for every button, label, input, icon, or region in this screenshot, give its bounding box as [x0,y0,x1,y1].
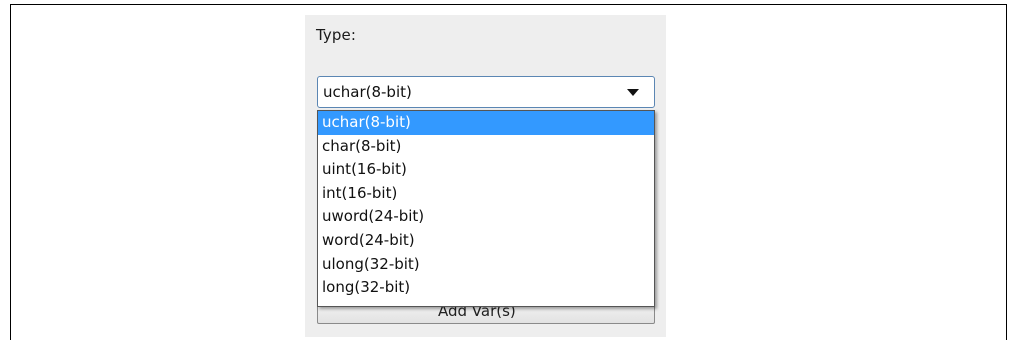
type-label: Type: [316,26,357,44]
dropdown-option-uword[interactable]: uword(24-bit) [318,205,654,229]
dropdown-option-uint[interactable]: uint(16-bit) [318,158,654,182]
dropdown-option-long[interactable]: long(32-bit) [318,276,654,300]
type-combobox-value: uchar(8-bit) [323,83,412,101]
dropdown-option-int[interactable]: int(16-bit) [318,182,654,206]
dropdown-option-word[interactable]: word(24-bit) [318,229,654,253]
chevron-down-icon[interactable] [627,89,639,96]
dropdown-option-uchar[interactable]: uchar(8-bit) [318,111,654,135]
type-dropdown-list[interactable]: uchar(8-bit) char(8-bit) uint(16-bit) in… [317,110,655,307]
dropdown-option-ulong[interactable]: ulong(32-bit) [318,253,654,277]
type-combobox[interactable]: uchar(8-bit) [317,76,655,108]
dropdown-option-char[interactable]: char(8-bit) [318,135,654,159]
